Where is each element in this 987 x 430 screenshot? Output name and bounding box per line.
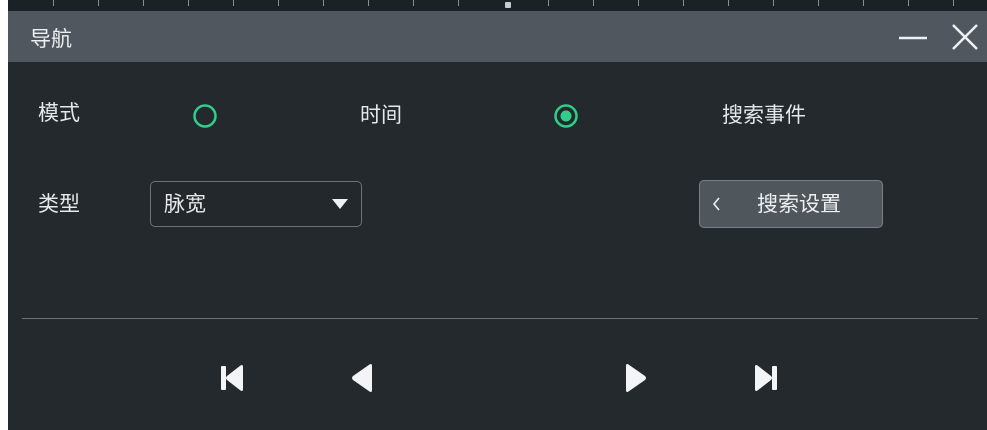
skip-to-last-icon <box>751 361 781 395</box>
type-label: 类型 <box>38 192 80 216</box>
type-dropdown[interactable]: 脉宽 <box>150 181 362 227</box>
dialog-title: 导航 <box>30 27 72 51</box>
minimize-button[interactable] <box>896 21 930 53</box>
next-button[interactable] <box>620 361 650 395</box>
close-icon <box>948 21 982 53</box>
chevron-left-icon <box>710 195 722 213</box>
search-settings-button[interactable]: 搜索设置 <box>699 180 883 228</box>
mode-label: 模式 <box>38 101 80 125</box>
radio-mode-time[interactable] <box>192 103 218 129</box>
caret-down-icon <box>331 198 349 210</box>
title-bar[interactable]: 导航 <box>8 11 987 62</box>
close-button[interactable] <box>948 21 982 53</box>
divider <box>22 318 978 319</box>
navigation-dialog: 导航 模式 时间 搜索事件 类型 脉宽 搜索设置 <box>8 11 987 430</box>
next-icon <box>620 361 650 395</box>
type-dropdown-value: 脉宽 <box>164 192 206 216</box>
mode-option-time-label[interactable]: 时间 <box>360 101 402 129</box>
top-ruler <box>8 0 987 11</box>
skip-to-last-button[interactable] <box>751 361 781 395</box>
previous-icon <box>348 361 378 395</box>
previous-button[interactable] <box>348 361 378 395</box>
search-settings-label: 搜索设置 <box>757 192 841 216</box>
minimize-icon <box>896 21 930 53</box>
radio-unchecked-icon <box>192 103 218 129</box>
radio-mode-search-event[interactable] <box>553 103 579 129</box>
skip-to-first-button[interactable] <box>217 361 247 395</box>
radio-checked-icon <box>553 103 579 129</box>
ruler-marker <box>505 2 511 8</box>
mode-option-search-event-label[interactable]: 搜索事件 <box>722 101 806 129</box>
skip-to-first-icon <box>217 361 247 395</box>
